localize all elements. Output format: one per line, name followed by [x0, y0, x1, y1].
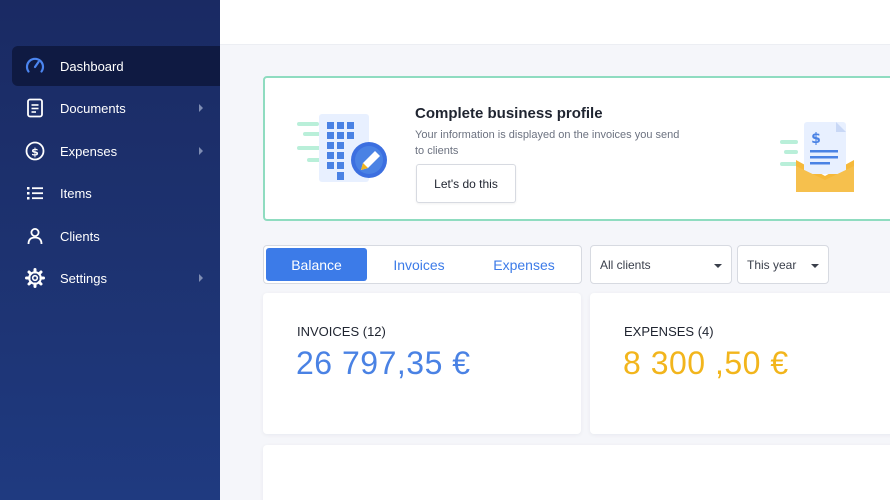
sidebar-item-settings[interactable]: Settings	[12, 258, 220, 298]
caret-down-icon	[811, 258, 819, 272]
tab-expenses[interactable]: Expenses	[471, 248, 577, 281]
svg-text:$: $	[811, 131, 821, 147]
sidebar-item-label: Settings	[60, 270, 107, 286]
expenses-summary-card[interactable]: EXPENSES (4) 8 300 ,50 €	[590, 293, 890, 434]
invoices-summary-card[interactable]: INVOICES (12) 26 797,35 €	[263, 293, 581, 434]
invoices-total-value: 26 797,35 €	[296, 345, 471, 381]
sidebar-item-expenses[interactable]: $ Expenses	[12, 131, 220, 171]
complete-profile-banner: Complete business profile Your informati…	[263, 76, 890, 221]
top-bar	[220, 0, 890, 45]
list-icon	[24, 182, 46, 204]
sidebar-item-label: Dashboard	[60, 58, 124, 74]
chevron-right-icon	[194, 144, 208, 158]
gear-icon	[24, 267, 46, 289]
invoice-envelope-illustration: $	[780, 118, 860, 198]
chevron-right-icon	[194, 271, 208, 285]
client-filter-value: All clients	[600, 257, 651, 272]
sidebar-item-items[interactable]: Items	[12, 173, 220, 213]
sidebar-item-label: Documents	[60, 100, 126, 116]
caret-down-icon	[714, 258, 722, 272]
sidebar-item-label: Items	[60, 185, 92, 201]
expenses-count-label: EXPENSES (4)	[624, 324, 714, 339]
banner-description: Your information is displayed on the inv…	[415, 129, 680, 157]
sidebar-item-label: Clients	[60, 228, 100, 244]
tab-invoices[interactable]: Invoices	[367, 248, 471, 281]
chevron-right-icon	[194, 101, 208, 115]
speedometer-icon	[24, 55, 46, 77]
sidebar: Dashboard Documents $ Expenses Items Cli…	[0, 0, 220, 500]
dollar-circle-icon: $	[24, 140, 46, 162]
balance-tabs: Balance Invoices Expenses	[263, 245, 582, 284]
lower-panel	[263, 445, 890, 500]
document-icon	[24, 97, 46, 119]
invoices-count-label: INVOICES (12)	[297, 324, 386, 339]
period-filter-value: This year	[747, 257, 797, 272]
sidebar-item-documents[interactable]: Documents	[12, 88, 220, 128]
user-icon	[24, 225, 46, 247]
period-filter-select[interactable]: This year	[737, 245, 829, 284]
client-filter-select[interactable]: All clients	[590, 245, 732, 284]
svg-text:$: $	[31, 145, 39, 158]
expenses-total-value: 8 300 ,50 €	[623, 345, 789, 381]
lets-do-this-button[interactable]: Let's do this	[416, 164, 516, 203]
building-pencil-illustration	[297, 110, 392, 190]
banner-title: Complete business profile	[415, 105, 603, 122]
sidebar-item-dashboard[interactable]: Dashboard	[12, 46, 220, 86]
sidebar-item-label: Expenses	[60, 143, 118, 159]
sidebar-item-clients[interactable]: Clients	[12, 216, 220, 256]
tab-balance[interactable]: Balance	[266, 248, 367, 281]
